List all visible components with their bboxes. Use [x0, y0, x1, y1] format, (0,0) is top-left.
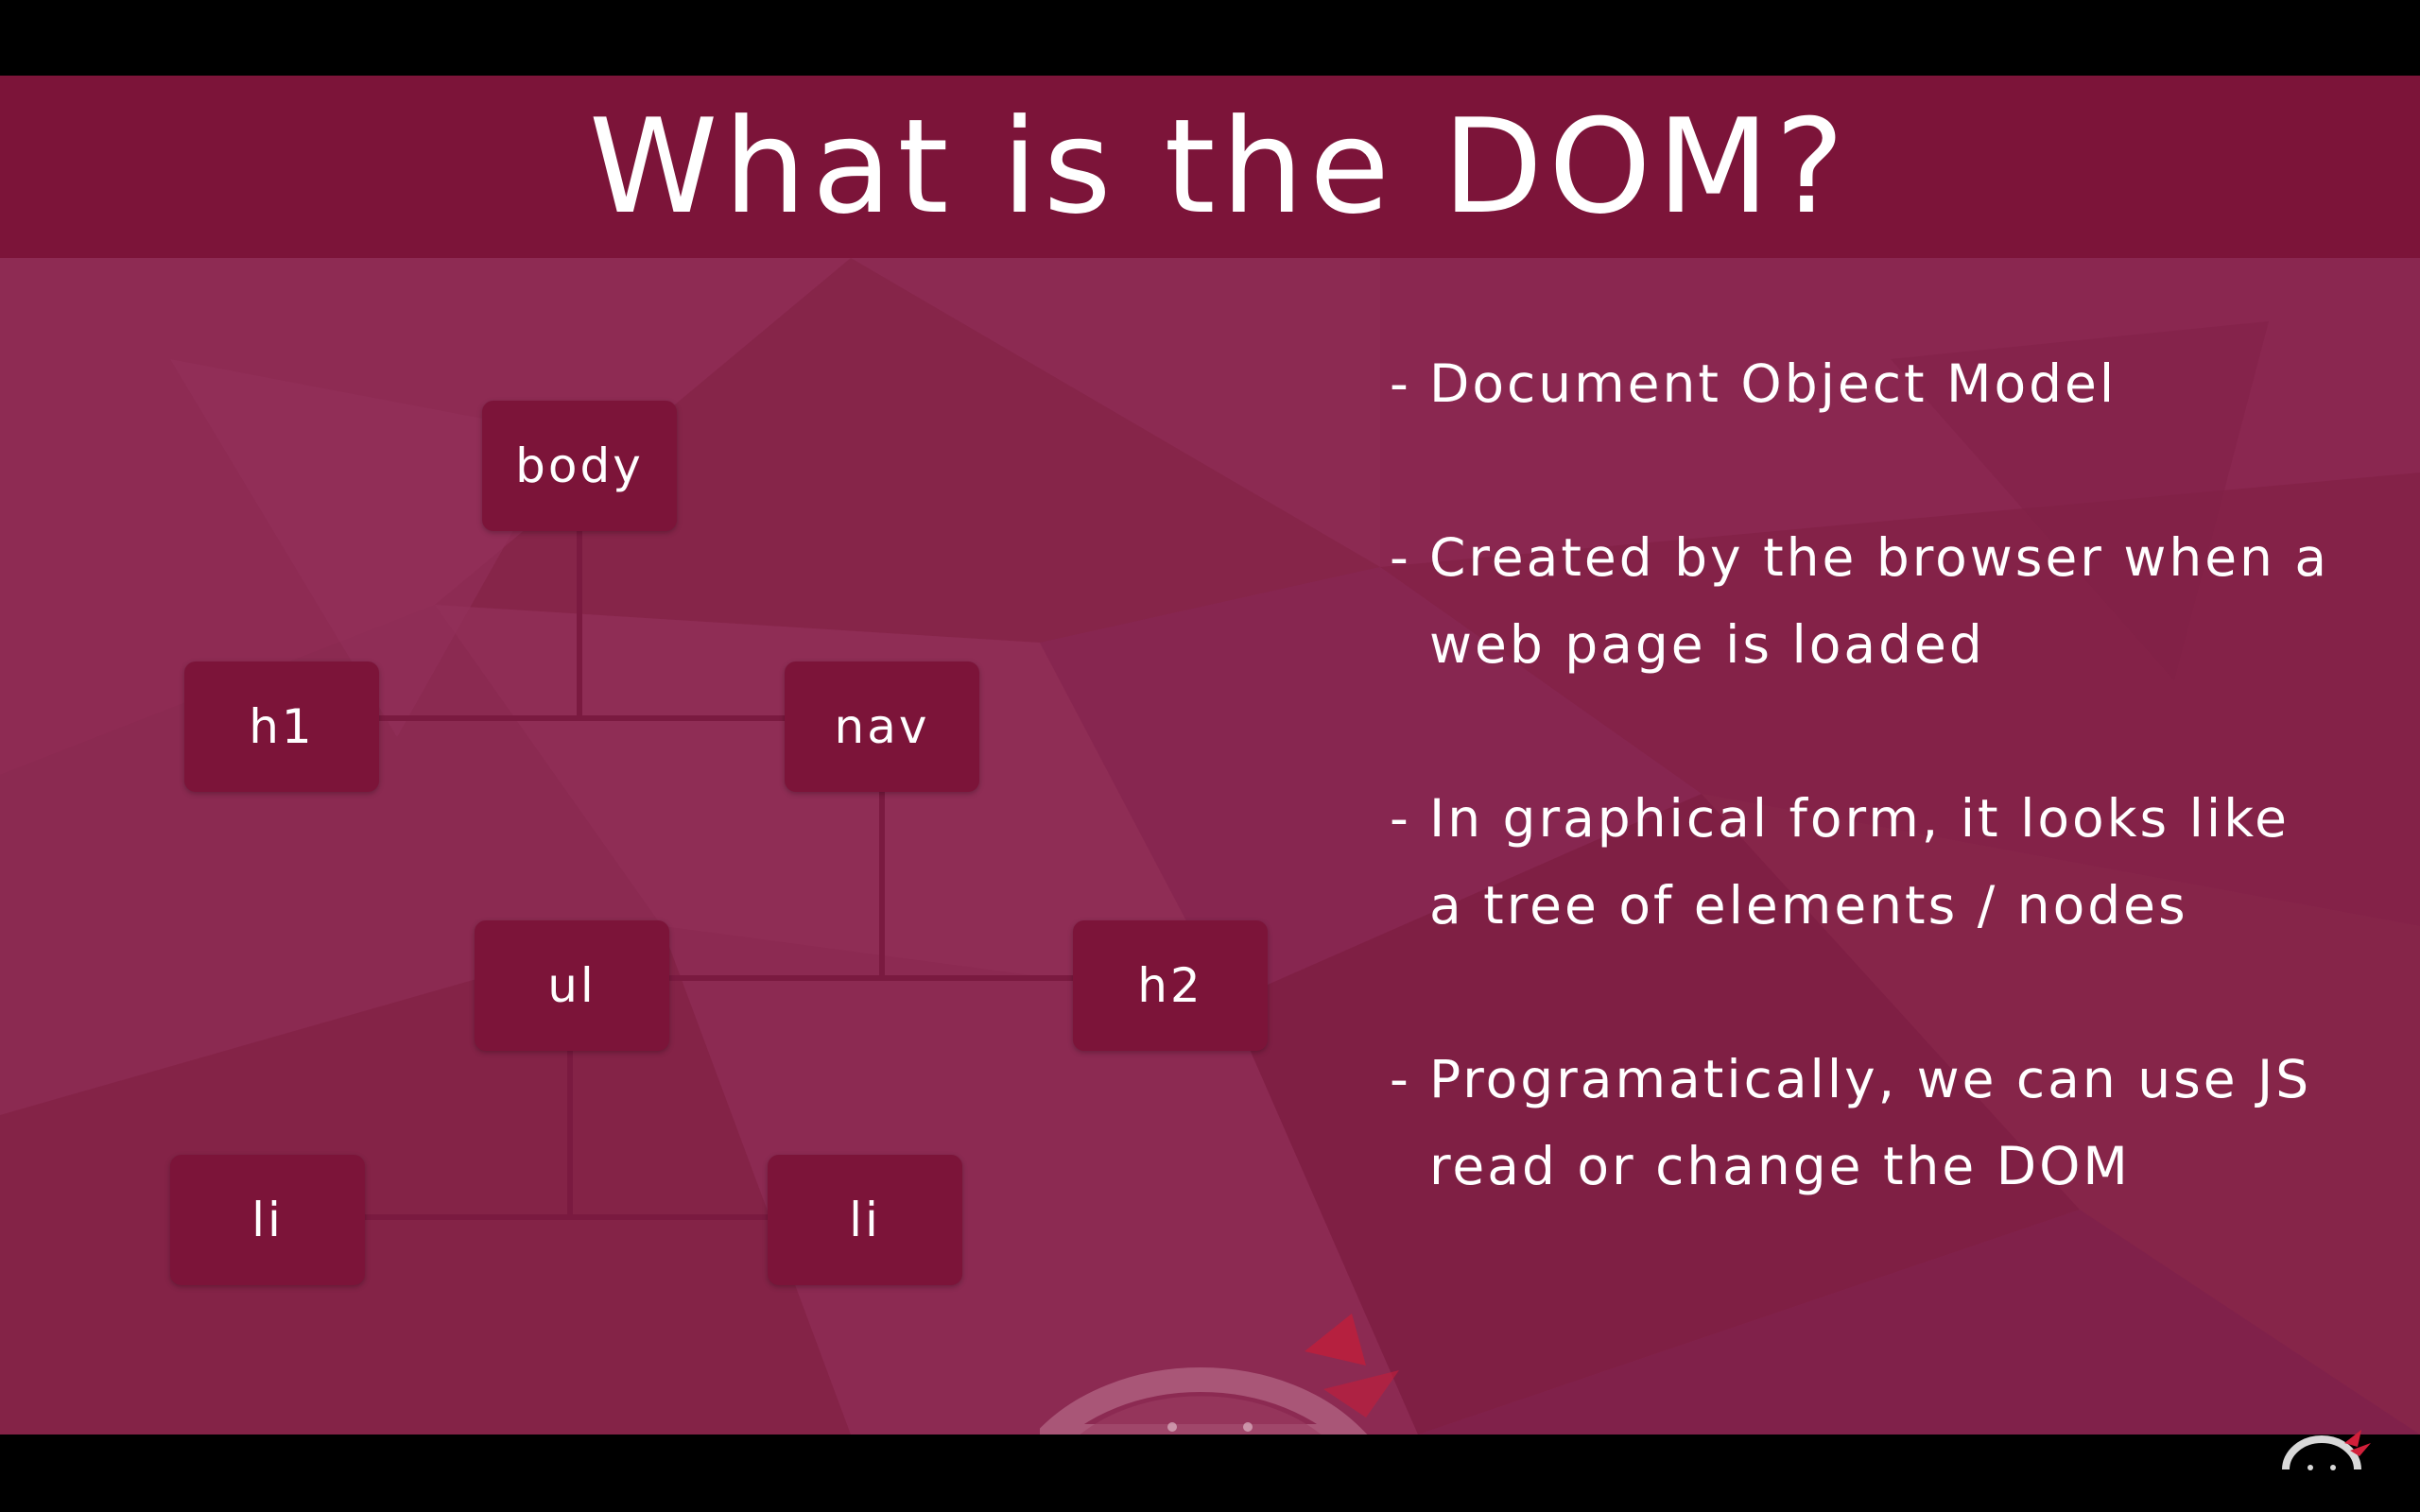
slide: What is the DOM? body h1 nav ul h2 li li… — [0, 76, 2420, 1435]
bullet-dash: - — [1390, 527, 1411, 588]
bullet-line: a tree of elements / nodes — [1429, 875, 2188, 936]
bullet-dash: - — [1390, 353, 1411, 414]
tree-node-li-2: li — [768, 1155, 962, 1285]
tree-node-h1: h1 — [184, 662, 379, 792]
bullet-line: web page is loaded — [1429, 614, 1985, 675]
letterbox-bottom — [0, 1435, 2420, 1512]
bullet-line: In graphical form, it looks like — [1429, 788, 2290, 849]
bullet-item: - Document Object Model — [1390, 340, 2392, 427]
ninja-mascot-icon — [1040, 1314, 1399, 1435]
bullet-dash: - — [1390, 788, 1411, 849]
node-label: ul — [547, 958, 596, 1013]
bullet-text: In graphical form, it looks like a tree … — [1429, 775, 2392, 949]
bullet-text: Document Object Model — [1429, 340, 2392, 427]
bullet-item: - Created by the browser when a web page… — [1390, 514, 2392, 688]
node-label: h1 — [249, 699, 315, 754]
tree-node-h2: h2 — [1073, 920, 1268, 1051]
node-label: h2 — [1137, 958, 1203, 1013]
tree-node-nav: nav — [785, 662, 979, 792]
node-label: li — [251, 1193, 284, 1247]
letterbox-top — [0, 0, 2420, 76]
node-label: nav — [834, 699, 930, 754]
video-frame: What is the DOM? body h1 nav ul h2 li li… — [0, 0, 2420, 1512]
node-label: body — [515, 438, 644, 493]
bullet-line: read or change the DOM — [1429, 1136, 2131, 1196]
bullet-line: Document Object Model — [1429, 353, 2118, 414]
bullet-line: Created by the browser when a — [1429, 527, 2330, 588]
ninja-logo-icon — [2282, 1430, 2371, 1470]
bullet-dash: - — [1390, 1049, 1411, 1109]
node-label: li — [849, 1193, 881, 1247]
tree-node-li-1: li — [170, 1155, 365, 1285]
bullet-list: - Document Object Model - Created by the… — [1390, 340, 2392, 1297]
tree-node-ul: ul — [475, 920, 669, 1051]
bullet-text: Programatically, we can use JS read or c… — [1429, 1036, 2392, 1210]
bullet-item: - In graphical form, it looks like a tre… — [1390, 775, 2392, 949]
bullet-text: Created by the browser when a web page i… — [1429, 514, 2392, 688]
bullet-line: Programatically, we can use JS — [1429, 1049, 2312, 1109]
bullet-item: - Programatically, we can use JS read or… — [1390, 1036, 2392, 1210]
tree-node-body: body — [482, 401, 677, 531]
